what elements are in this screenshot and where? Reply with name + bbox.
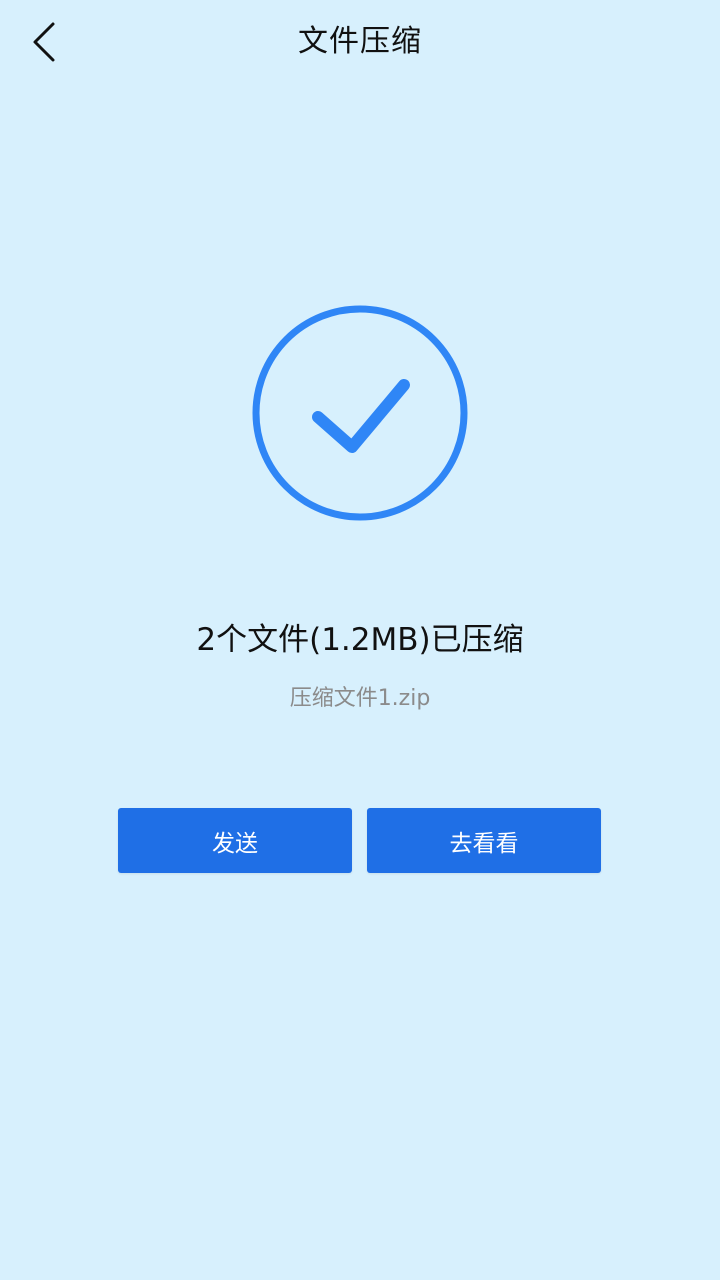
page-title: 文件压缩 xyxy=(298,24,422,59)
archive-filename: 压缩文件1.zip xyxy=(289,686,431,711)
compression-summary: 2个文件(1.2MB)已压缩 xyxy=(196,622,524,658)
top-bar: 文件压缩 xyxy=(0,0,720,86)
check-circle-icon xyxy=(252,305,468,521)
send-button[interactable]: 发送 xyxy=(118,808,352,873)
success-indicator xyxy=(250,305,470,525)
view-button[interactable]: 去看看 xyxy=(367,808,601,873)
